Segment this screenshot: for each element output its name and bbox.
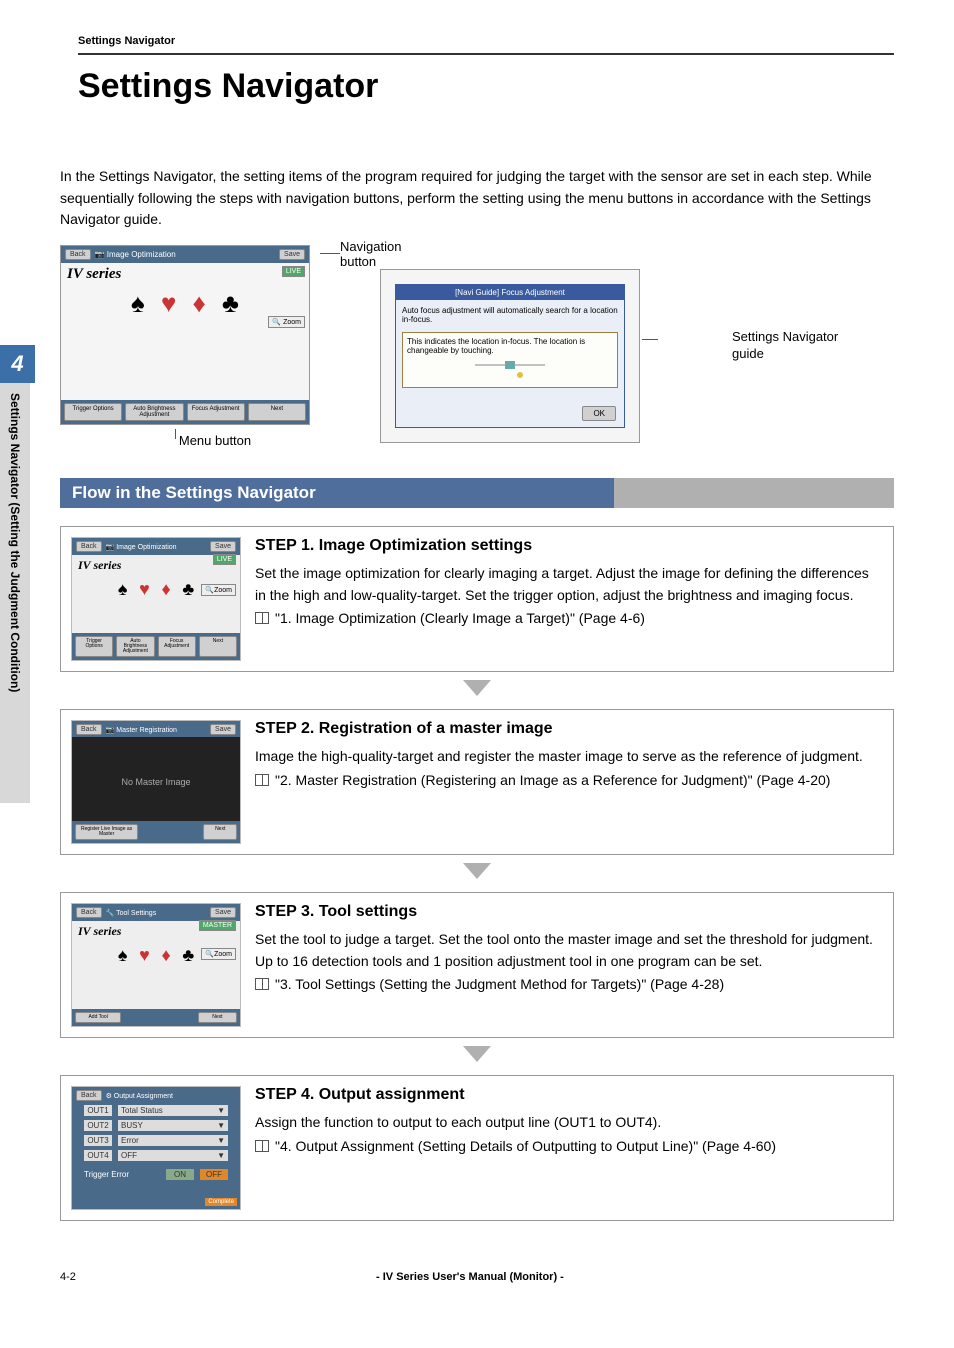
trigger-options-button[interactable]: Trigger Options [75, 636, 113, 657]
step-3-thumbnail: Back🔧 Tool SettingsSave IV series MASTER… [71, 903, 241, 1027]
step-4-card: Back⚙ Output Assignment OUT1Total Status… [60, 1075, 894, 1221]
master-badge: MASTER [199, 920, 236, 931]
step-2-thumbnail: Back📷 Master RegistrationSave MASTER No … [71, 720, 241, 844]
step-2-title: STEP 2. Registration of a master image [255, 720, 883, 738]
add-tool-button[interactable]: Add Tool [75, 1012, 121, 1023]
step-4-thumbnail: Back⚙ Output Assignment OUT1Total Status… [71, 1086, 241, 1210]
focus-slider-icon [407, 361, 613, 383]
step-4-text: Assign the function to output to each ou… [255, 1112, 883, 1134]
figure-navigation-screen: Back 📷 Image Optimization Save IV series… [60, 245, 310, 448]
focus-adjustment-button[interactable]: Focus Adjustment [158, 636, 196, 657]
save-button[interactable]: Save [279, 249, 305, 260]
flow-arrow-icon [60, 1046, 894, 1067]
book-icon [255, 612, 269, 624]
focus-adjustment-button[interactable]: Focus Adjustment [187, 403, 245, 421]
auto-brightness-button[interactable]: Auto Brightness Adjustment [125, 403, 183, 421]
step-3-reference: "3. Tool Settings (Setting the Judgment … [255, 976, 724, 992]
screenshot-navi-guide: [Navi Guide] Focus Adjustment Auto focus… [380, 269, 640, 443]
step-4-title: STEP 4. Output assignment [255, 1086, 883, 1104]
step-2-text: Image the high-quality-target and regist… [255, 746, 883, 768]
out4-row[interactable]: OUT4OFF▼ [84, 1150, 228, 1161]
sample-target-suits: ♠♥♦♣ [116, 946, 196, 964]
back-button[interactable]: Back [76, 541, 102, 552]
menu-button-callout: Menu button [120, 433, 310, 448]
intro-paragraph: In the Settings Navigator, the setting i… [60, 166, 894, 231]
screen-title: 📷 Image Optimization [95, 250, 275, 259]
book-icon [255, 774, 269, 786]
navi-guide-dialog: [Navi Guide] Focus Adjustment Auto focus… [395, 284, 625, 428]
back-button[interactable]: Back [65, 249, 91, 260]
settings-guide-callout: Settings Navigator guide [732, 329, 852, 363]
screen-title-bar: Back 📷 Image Optimization Save [61, 246, 309, 263]
live-badge: LIVE [282, 266, 305, 277]
save-button[interactable]: Save [210, 541, 236, 552]
step-2-reference: "2. Master Registration (Registering an … [255, 772, 830, 788]
page-title: Settings Navigator [78, 67, 894, 106]
navi-guide-text-1: Auto focus adjustment will automatically… [402, 306, 618, 324]
next-button[interactable]: Next [198, 1012, 237, 1023]
step-1-thumbnail: Back📷 Image OptimizationSave IV series L… [71, 537, 241, 661]
out1-row[interactable]: OUT1Total Status▼ [84, 1105, 228, 1116]
figure-navi-guide: [Navi Guide] Focus Adjustment Auto focus… [380, 245, 640, 448]
diagram-row: Back 📷 Image Optimization Save IV series… [60, 245, 894, 448]
header-rule [78, 53, 894, 55]
navi-guide-title: [Navi Guide] Focus Adjustment [396, 285, 624, 300]
step-1-text: Set the image optimization for clearly i… [255, 563, 883, 606]
next-button[interactable]: Next [203, 824, 237, 840]
screen-footer-menu: Trigger Options Auto Brightness Adjustme… [61, 400, 309, 424]
running-header: Settings Navigator [78, 35, 894, 47]
next-button[interactable]: Next [199, 636, 237, 657]
flow-arrow-icon [60, 680, 894, 701]
zoom-button[interactable]: 🔍 Zoom [268, 316, 305, 328]
navi-guide-note: This indicates the location in-focus. Th… [402, 332, 618, 388]
ok-button[interactable]: OK [582, 406, 616, 421]
iv-series-logo: IV series [61, 263, 309, 286]
back-button[interactable]: Back [76, 724, 102, 735]
page-footer: 4-2 - IV Series User's Manual (Monitor) … [60, 1271, 894, 1283]
flow-arrow-icon [60, 863, 894, 884]
step-2-card: Back📷 Master RegistrationSave MASTER No … [60, 709, 894, 855]
step-3-card: Back🔧 Tool SettingsSave IV series MASTER… [60, 892, 894, 1038]
step-1-card: Back📷 Image OptimizationSave IV series L… [60, 526, 894, 672]
page-number: 4-2 [60, 1271, 76, 1283]
back-button[interactable]: Back [76, 907, 102, 918]
step-3-title: STEP 3. Tool settings [255, 903, 883, 921]
book-icon [255, 1140, 269, 1152]
trigger-error-row[interactable]: Trigger ErrorONOFF [84, 1169, 228, 1180]
trigger-options-button[interactable]: Trigger Options [64, 403, 122, 421]
register-master-button[interactable]: Register Live Image as Master [75, 824, 138, 840]
save-button[interactable]: Save [210, 724, 236, 735]
out3-row[interactable]: OUT3Error▼ [84, 1135, 228, 1146]
auto-brightness-button[interactable]: Auto Brightness Adjustment [116, 636, 154, 657]
zoom-button[interactable]: 🔍Zoom [201, 584, 236, 596]
step-3-text: Set the tool to judge a target. Set the … [255, 929, 883, 972]
sample-target-suits: ♠♥♦♣ [116, 580, 196, 598]
back-button[interactable]: Back [76, 1090, 102, 1101]
complete-button[interactable]: Complete [205, 1198, 237, 1206]
screenshot-image-optimization: Back 📷 Image Optimization Save IV series… [60, 245, 310, 425]
step-4-reference: "4. Output Assignment (Setting Details o… [255, 1138, 776, 1154]
next-button[interactable]: Next [248, 403, 306, 421]
footer-title: - IV Series User's Manual (Monitor) - [76, 1271, 864, 1283]
save-button[interactable]: Save [210, 907, 236, 918]
step-1-title: STEP 1. Image Optimization settings [255, 537, 883, 555]
book-icon [255, 978, 269, 990]
zoom-button[interactable]: 🔍Zoom [201, 948, 236, 960]
section-heading-bar: Flow in the Settings Navigator [60, 478, 894, 508]
no-master-image-area: No Master Image [72, 737, 240, 827]
step-1-reference: "1. Image Optimization (Clearly Image a … [255, 610, 645, 626]
sample-target-suits: ♠♥♦♣ [130, 290, 240, 316]
out2-row[interactable]: OUT2BUSY▼ [84, 1120, 228, 1131]
live-badge: LIVE [213, 554, 236, 565]
